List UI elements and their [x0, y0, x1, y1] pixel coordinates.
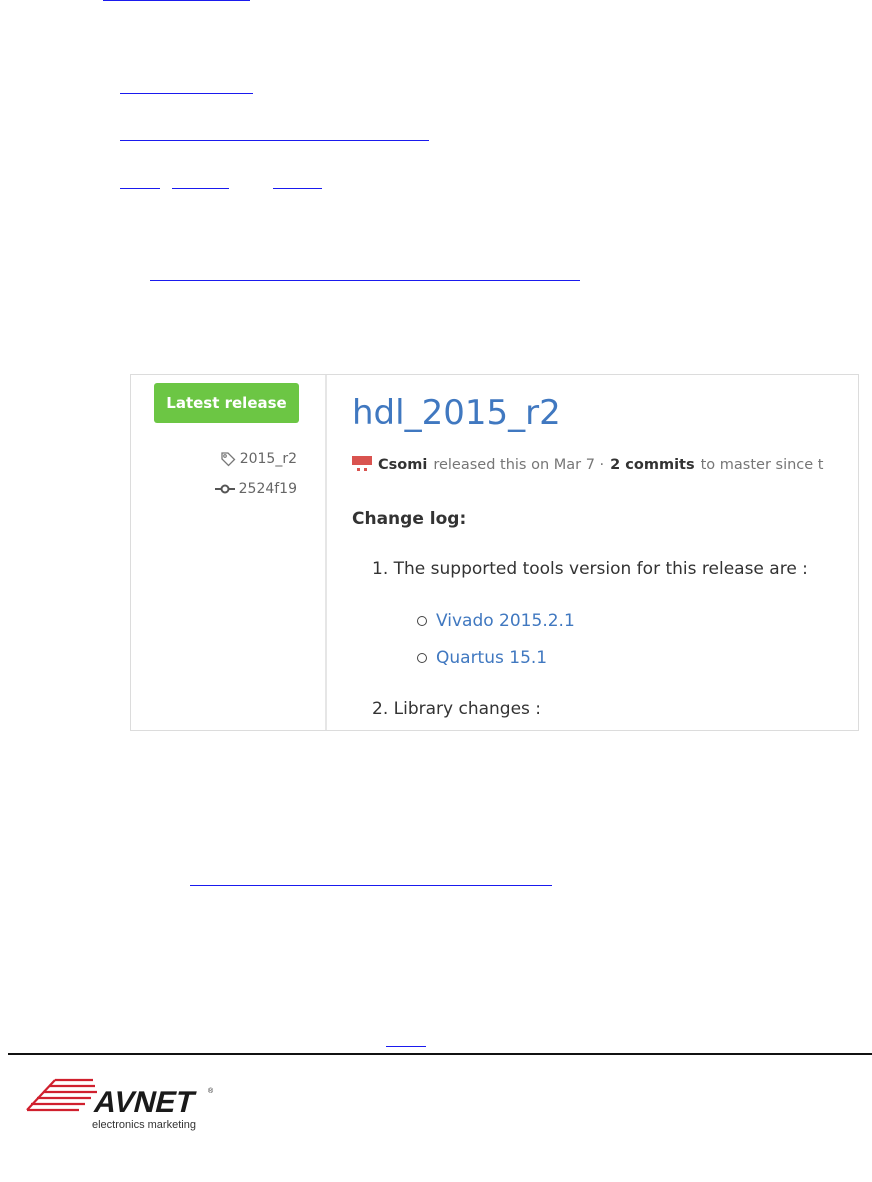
commit-label: 2524f19 [238, 481, 297, 497]
release-title[interactable]: hdl_2015_r2 [352, 393, 561, 433]
release-tag[interactable]: 2015_r2 [220, 451, 297, 467]
release-byline: Csomi released this on Mar 7 · 2 commits… [352, 455, 824, 475]
link-underline[interactable] [120, 140, 429, 141]
link-underline[interactable] [172, 188, 229, 189]
changelog-item-1: 1. The supported tools version for this … [372, 559, 808, 579]
author-name[interactable]: Csomi [378, 457, 427, 473]
release-screenshot: Latest release 2015_r2 2524f19 hdl_2015_… [130, 374, 859, 731]
link-underline[interactable] [120, 93, 253, 94]
released-text: released this on Mar 7 · [433, 457, 605, 473]
changelog-item-2: 2. Library changes : [372, 699, 542, 719]
changelog-heading: Change log: [352, 509, 467, 529]
release-body: hdl_2015_r2 Csomi released this on Mar 7… [327, 375, 858, 730]
release-commit[interactable]: 2524f19 [214, 481, 297, 497]
commits-count[interactable]: 2 commits [610, 457, 694, 473]
link-underline[interactable] [150, 280, 580, 281]
link-underline[interactable] [103, 0, 250, 1]
latest-release-badge: Latest release [154, 383, 299, 423]
tag-label: 2015_r2 [239, 451, 297, 467]
commit-icon [214, 484, 235, 494]
since-text: to master since t [700, 457, 824, 473]
footer-divider [8, 1053, 872, 1055]
avnet-logo: AVNET ® electronics marketing [25, 1062, 215, 1134]
tool-item-vivado[interactable]: Vivado 2015.2.1 [417, 611, 575, 631]
link-underline[interactable] [190, 885, 552, 886]
tool-link[interactable]: Quartus 15.1 [436, 648, 547, 668]
avatar[interactable] [352, 455, 372, 475]
svg-text:AVNET: AVNET [91, 1085, 199, 1118]
bullet-icon [417, 653, 427, 663]
tool-link[interactable]: Vivado 2015.2.1 [436, 611, 575, 631]
link-underline[interactable] [386, 1046, 426, 1047]
tool-item-quartus[interactable]: Quartus 15.1 [417, 648, 547, 668]
link-underline[interactable] [120, 188, 160, 189]
release-sidebar: Latest release 2015_r2 2524f19 [131, 375, 327, 730]
tag-icon [221, 452, 236, 467]
link-underline[interactable] [273, 188, 322, 189]
svg-text:®: ® [208, 1087, 214, 1095]
avnet-logo-graphic: AVNET ® electronics marketing [26, 1078, 214, 1131]
svg-text:electronics marketing: electronics marketing [92, 1119, 196, 1131]
bullet-icon [417, 616, 427, 626]
